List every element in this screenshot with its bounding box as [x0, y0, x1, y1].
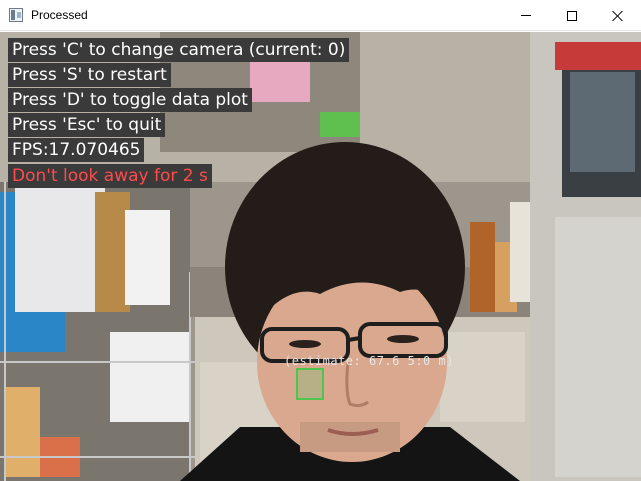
minimize-button[interactable] — [503, 0, 549, 31]
estimate-label: (estimate: 67.6 5:0 m) — [284, 354, 454, 368]
overlay-line-warning: Don't look away for 2 s — [8, 164, 212, 188]
window-title: Processed — [31, 8, 88, 22]
title-bar: Processed — [0, 0, 641, 31]
close-icon — [612, 10, 624, 22]
camera-feed: Press 'C' to change camera (current: 0) … — [0, 32, 641, 481]
close-button[interactable] — [595, 0, 641, 31]
overlay-line-fps: FPS:17.070465 — [8, 138, 145, 162]
overlay-line-camera: Press 'C' to change camera (current: 0) — [8, 38, 350, 62]
gaze-target-box — [296, 368, 324, 400]
minimize-icon — [521, 15, 531, 16]
window-app-icon — [9, 8, 23, 22]
overlay-line-restart: Press 'S' to restart — [8, 63, 171, 87]
overlay-line-plot: Press 'D' to toggle data plot — [8, 88, 252, 112]
overlay-line-quit: Press 'Esc' to quit — [8, 113, 166, 137]
maximize-icon — [567, 10, 577, 21]
maximize-button[interactable] — [549, 0, 595, 31]
